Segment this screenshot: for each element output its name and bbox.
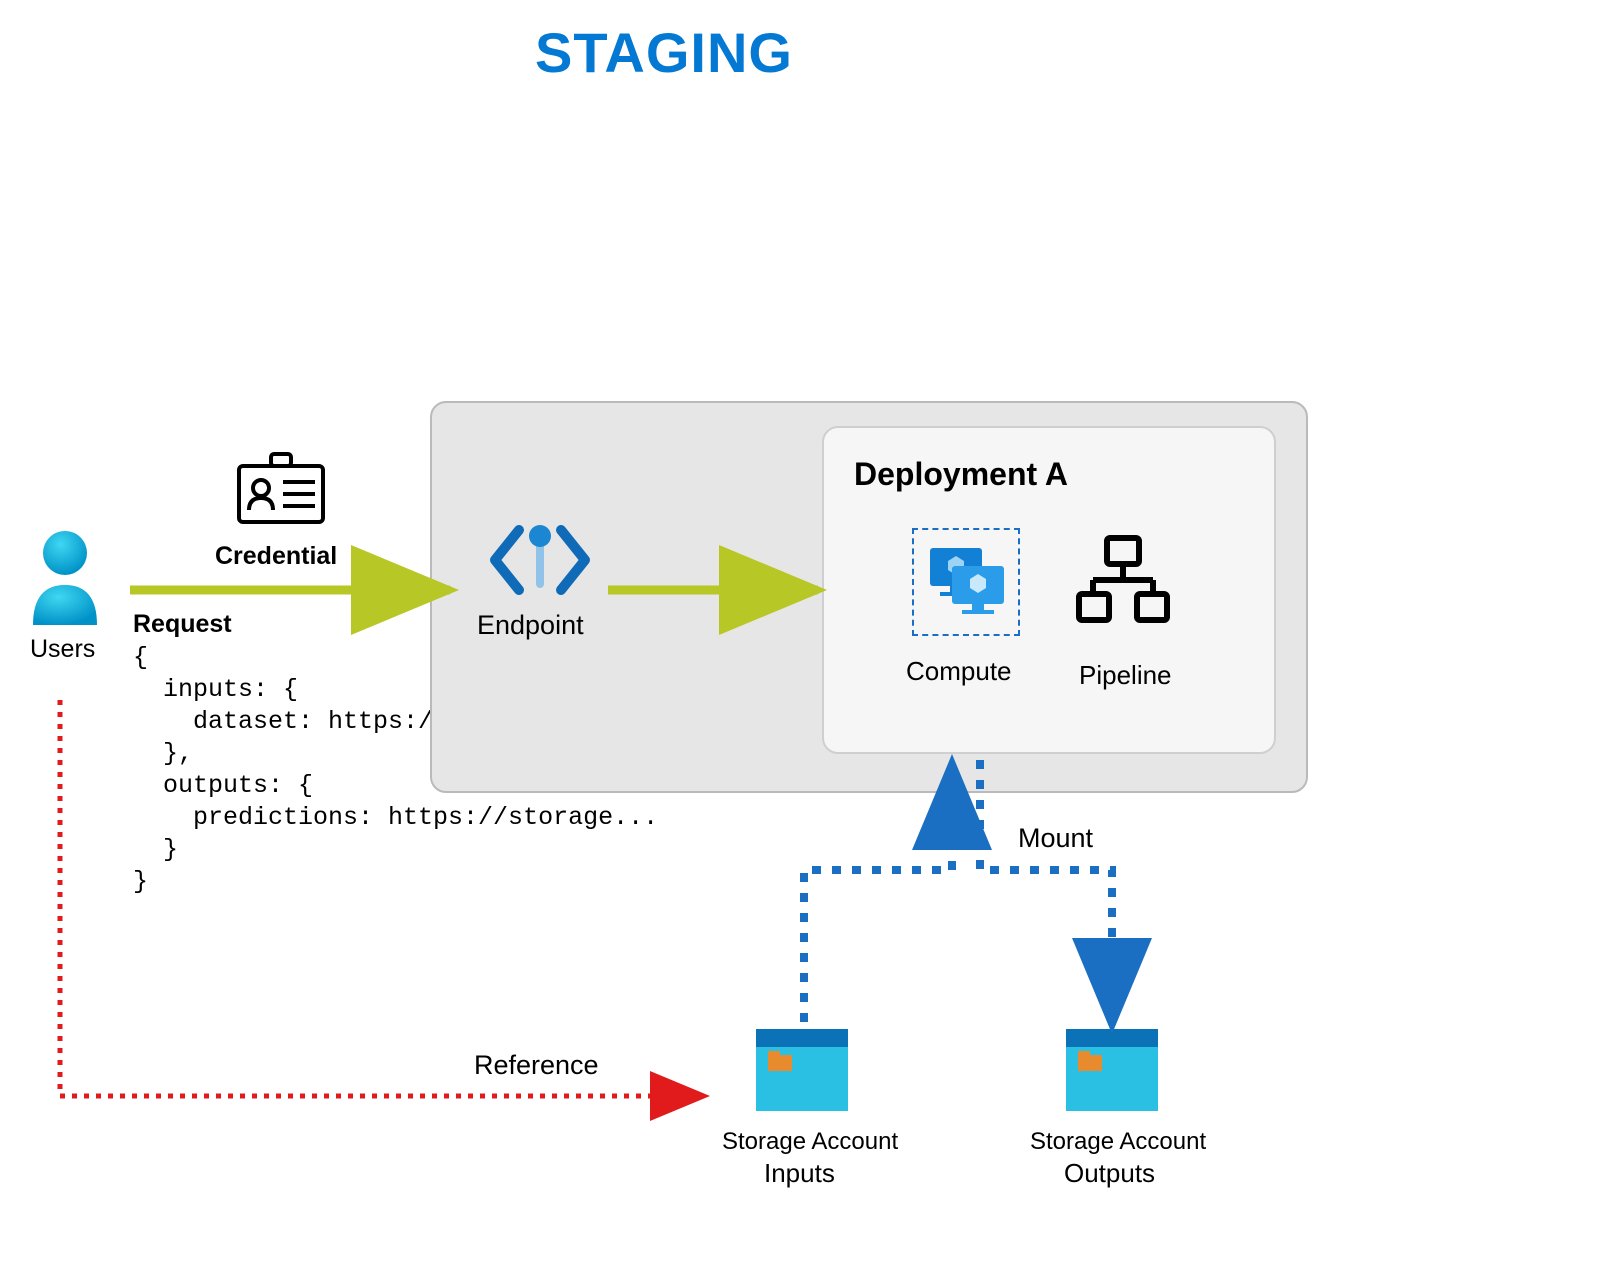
storage-inputs-label: Storage Account [722, 1128, 898, 1156]
deployment-title: Deployment A [854, 456, 1244, 493]
storage-outputs-sublabel: Outputs [1064, 1158, 1155, 1189]
storage-outputs-label: Storage Account [1030, 1128, 1206, 1156]
storage-outputs-icon [1062, 1025, 1162, 1115]
reference-label: Reference [474, 1050, 599, 1081]
storage-inputs-sublabel: Inputs [764, 1158, 835, 1189]
pipeline-label: Pipeline [1079, 660, 1172, 691]
compute-label: Compute [906, 656, 1012, 687]
endpoint-icon [485, 520, 595, 605]
compute-icon [912, 528, 1020, 636]
pipeline-icon [1073, 532, 1173, 637]
endpoint-label: Endpoint [477, 610, 584, 641]
credential-badge-icon [235, 450, 327, 531]
deployment-box: Deployment A [822, 426, 1276, 754]
users-icon [25, 525, 105, 640]
credential-label: Credential [215, 542, 337, 571]
request-label: Request [133, 610, 232, 639]
users-label: Users [30, 635, 95, 664]
page-title: STAGING [535, 20, 793, 85]
storage-inputs-icon [752, 1025, 852, 1115]
mount-label: Mount [1018, 823, 1093, 854]
